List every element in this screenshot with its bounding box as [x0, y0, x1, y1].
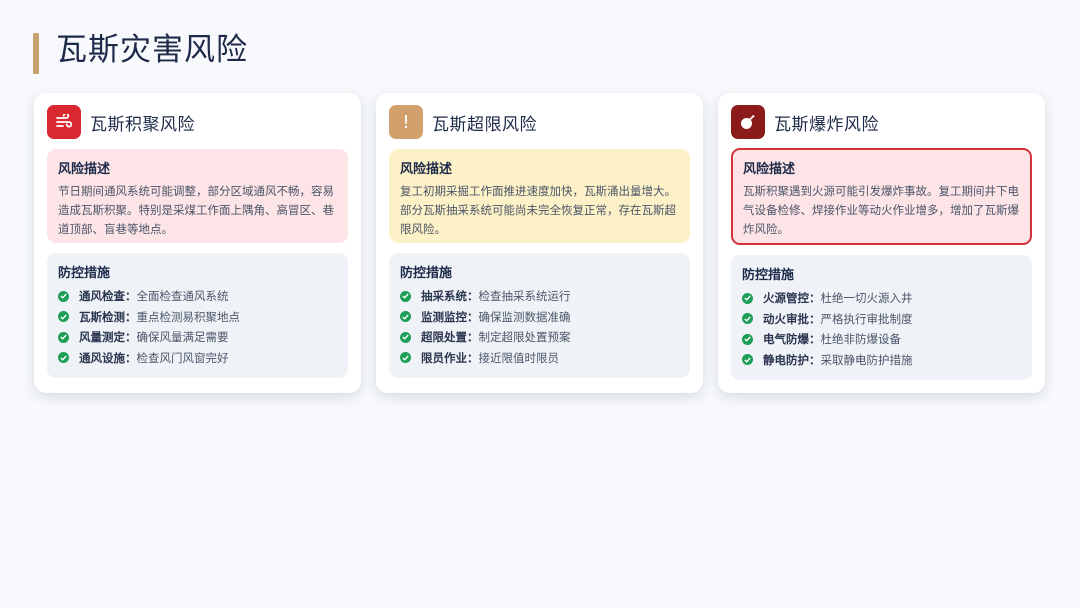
measure-item: 监测监控： 确保监测数据准确: [400, 307, 680, 328]
measures-box: 防控措施 通风检查： 全面检查通风系统 瓦斯检测： 重点检测易积聚地点 风量测定…: [47, 253, 348, 378]
check-circle-icon: [58, 311, 69, 323]
measure-value: 严格执行审批制度: [820, 311, 913, 326]
measure-value: 确保风量满足需要: [136, 330, 229, 345]
measure-key: 瓦斯检测：: [79, 309, 137, 324]
check-circle-icon: [400, 290, 411, 302]
measure-key: 静电防护：: [763, 352, 821, 367]
check-circle-icon: [742, 354, 753, 366]
measure-value: 制定超限处置预案: [478, 330, 571, 345]
risk-description-box: 风险描述 节日期间通风系统可能调整，部分区域通风不畅，容易造成瓦斯积聚。特别是采…: [47, 149, 348, 243]
card-title: 瓦斯超限风险: [432, 114, 537, 135]
measure-key: 监测监控：: [421, 309, 479, 324]
risk-label: 风险描述: [743, 162, 796, 177]
measure-key: 抽采系统：: [421, 289, 479, 304]
risk-text: 复工初期采掘工作面推进速度加快，瓦斯涌出量增大。部分瓦斯抽采系统可能尚未完全恢复…: [400, 184, 676, 236]
measures-box: 防控措施 火源管控： 杜绝一切火源入井 动火审批： 严格执行审批制度 电气防爆：…: [731, 255, 1032, 380]
exclamation-icon: !: [389, 105, 423, 139]
card-header: 瓦斯爆炸风险: [731, 104, 879, 140]
measure-key: 风量测定：: [79, 330, 137, 345]
measure-value: 检查抽采系统运行: [478, 289, 571, 304]
check-circle-icon: [400, 331, 411, 343]
card-title: 瓦斯爆炸风险: [774, 114, 879, 135]
measure-item: 风量测定： 确保风量满足需要: [58, 327, 338, 348]
measure-item: 超限处置： 制定超限处置预案: [400, 327, 680, 348]
measure-key: 限员作业：: [421, 350, 479, 365]
measure-value: 采取静电防护措施: [820, 352, 913, 367]
risk-text: 瓦斯积聚遇到火源可能引发爆炸事故。复工期间井下电气设备检修、焊接作业等动火作业增…: [743, 184, 1019, 236]
measure-item: 限员作业： 接近限值时限员: [400, 348, 680, 369]
check-circle-icon: [58, 352, 69, 364]
measure-key: 通风检查：: [79, 289, 137, 304]
risk-text: 节日期间通风系统可能调整，部分区域通风不畅，容易造成瓦斯积聚。特别是采煤工作面上…: [58, 184, 334, 236]
risk-label: 风险描述: [400, 162, 453, 177]
check-circle-icon: [58, 331, 69, 343]
measure-value: 杜绝一切火源入井: [820, 291, 913, 306]
card-header: 瓦斯积聚风险: [47, 104, 195, 140]
measure-item: 通风检查： 全面检查通风系统: [58, 286, 338, 307]
measure-item: 通风设施： 检查风门风窗完好: [58, 348, 338, 369]
page-title: 瓦斯灾害风险: [56, 32, 248, 68]
measure-value: 检查风门风窗完好: [136, 350, 229, 365]
card-header: ! 瓦斯超限风险: [389, 104, 537, 140]
measure-item: 瓦斯检测： 重点检测易积聚地点: [58, 307, 338, 328]
measure-key: 超限处置：: [421, 330, 479, 345]
wind-icon: [47, 105, 81, 139]
risk-label: 风险描述: [58, 162, 111, 177]
check-circle-icon: [742, 333, 753, 345]
measure-key: 动火审批：: [763, 311, 821, 326]
title-accent-bar: [33, 33, 39, 74]
measure-item: 电气防爆： 杜绝非防爆设备: [742, 329, 1022, 350]
measure-value: 杜绝非防爆设备: [820, 332, 902, 347]
check-circle-icon: [742, 292, 753, 304]
measure-value: 接近限值时限员: [478, 350, 560, 365]
measures-label: 防控措施: [58, 266, 111, 281]
measure-value: 确保监测数据准确: [478, 309, 571, 324]
measure-key: 通风设施：: [79, 350, 137, 365]
risk-description-box: 风险描述 瓦斯积聚遇到火源可能引发爆炸事故。复工期间井下电气设备检修、焊接作业等…: [731, 148, 1032, 245]
measures-box: 防控措施 抽采系统： 检查抽采系统运行 监测监控： 确保监测数据准确 超限处置：…: [389, 253, 690, 378]
measure-value: 全面检查通风系统: [136, 289, 229, 304]
card-title: 瓦斯积聚风险: [90, 114, 195, 135]
measure-key: 火源管控：: [763, 291, 821, 306]
measure-value: 重点检测易积聚地点: [136, 309, 241, 324]
card-gas-overlimit: ! 瓦斯超限风险 风险描述 复工初期采掘工作面推进速度加快，瓦斯涌出量增大。部分…: [376, 93, 703, 393]
measures-label: 防控措施: [400, 266, 453, 281]
measures-label: 防控措施: [742, 268, 795, 283]
check-circle-icon: [742, 313, 753, 325]
card-gas-accumulation: 瓦斯积聚风险 风险描述 节日期间通风系统可能调整，部分区域通风不畅，容易造成瓦斯…: [34, 93, 361, 393]
measure-item: 抽采系统： 检查抽采系统运行: [400, 286, 680, 307]
check-circle-icon: [400, 352, 411, 364]
measure-key: 电气防爆：: [763, 332, 821, 347]
card-gas-explosion: 瓦斯爆炸风险 风险描述 瓦斯积聚遇到火源可能引发爆炸事故。复工期间井下电气设备检…: [718, 93, 1045, 393]
bomb-icon: [731, 105, 765, 139]
measure-item: 动火审批： 严格执行审批制度: [742, 309, 1022, 330]
measure-item: 静电防护： 采取静电防护措施: [742, 350, 1022, 371]
check-circle-icon: [58, 290, 69, 302]
risk-description-box: 风险描述 复工初期采掘工作面推进速度加快，瓦斯涌出量增大。部分瓦斯抽采系统可能尚…: [389, 149, 690, 243]
check-circle-icon: [400, 311, 411, 323]
measure-item: 火源管控： 杜绝一切火源入井: [742, 288, 1022, 309]
